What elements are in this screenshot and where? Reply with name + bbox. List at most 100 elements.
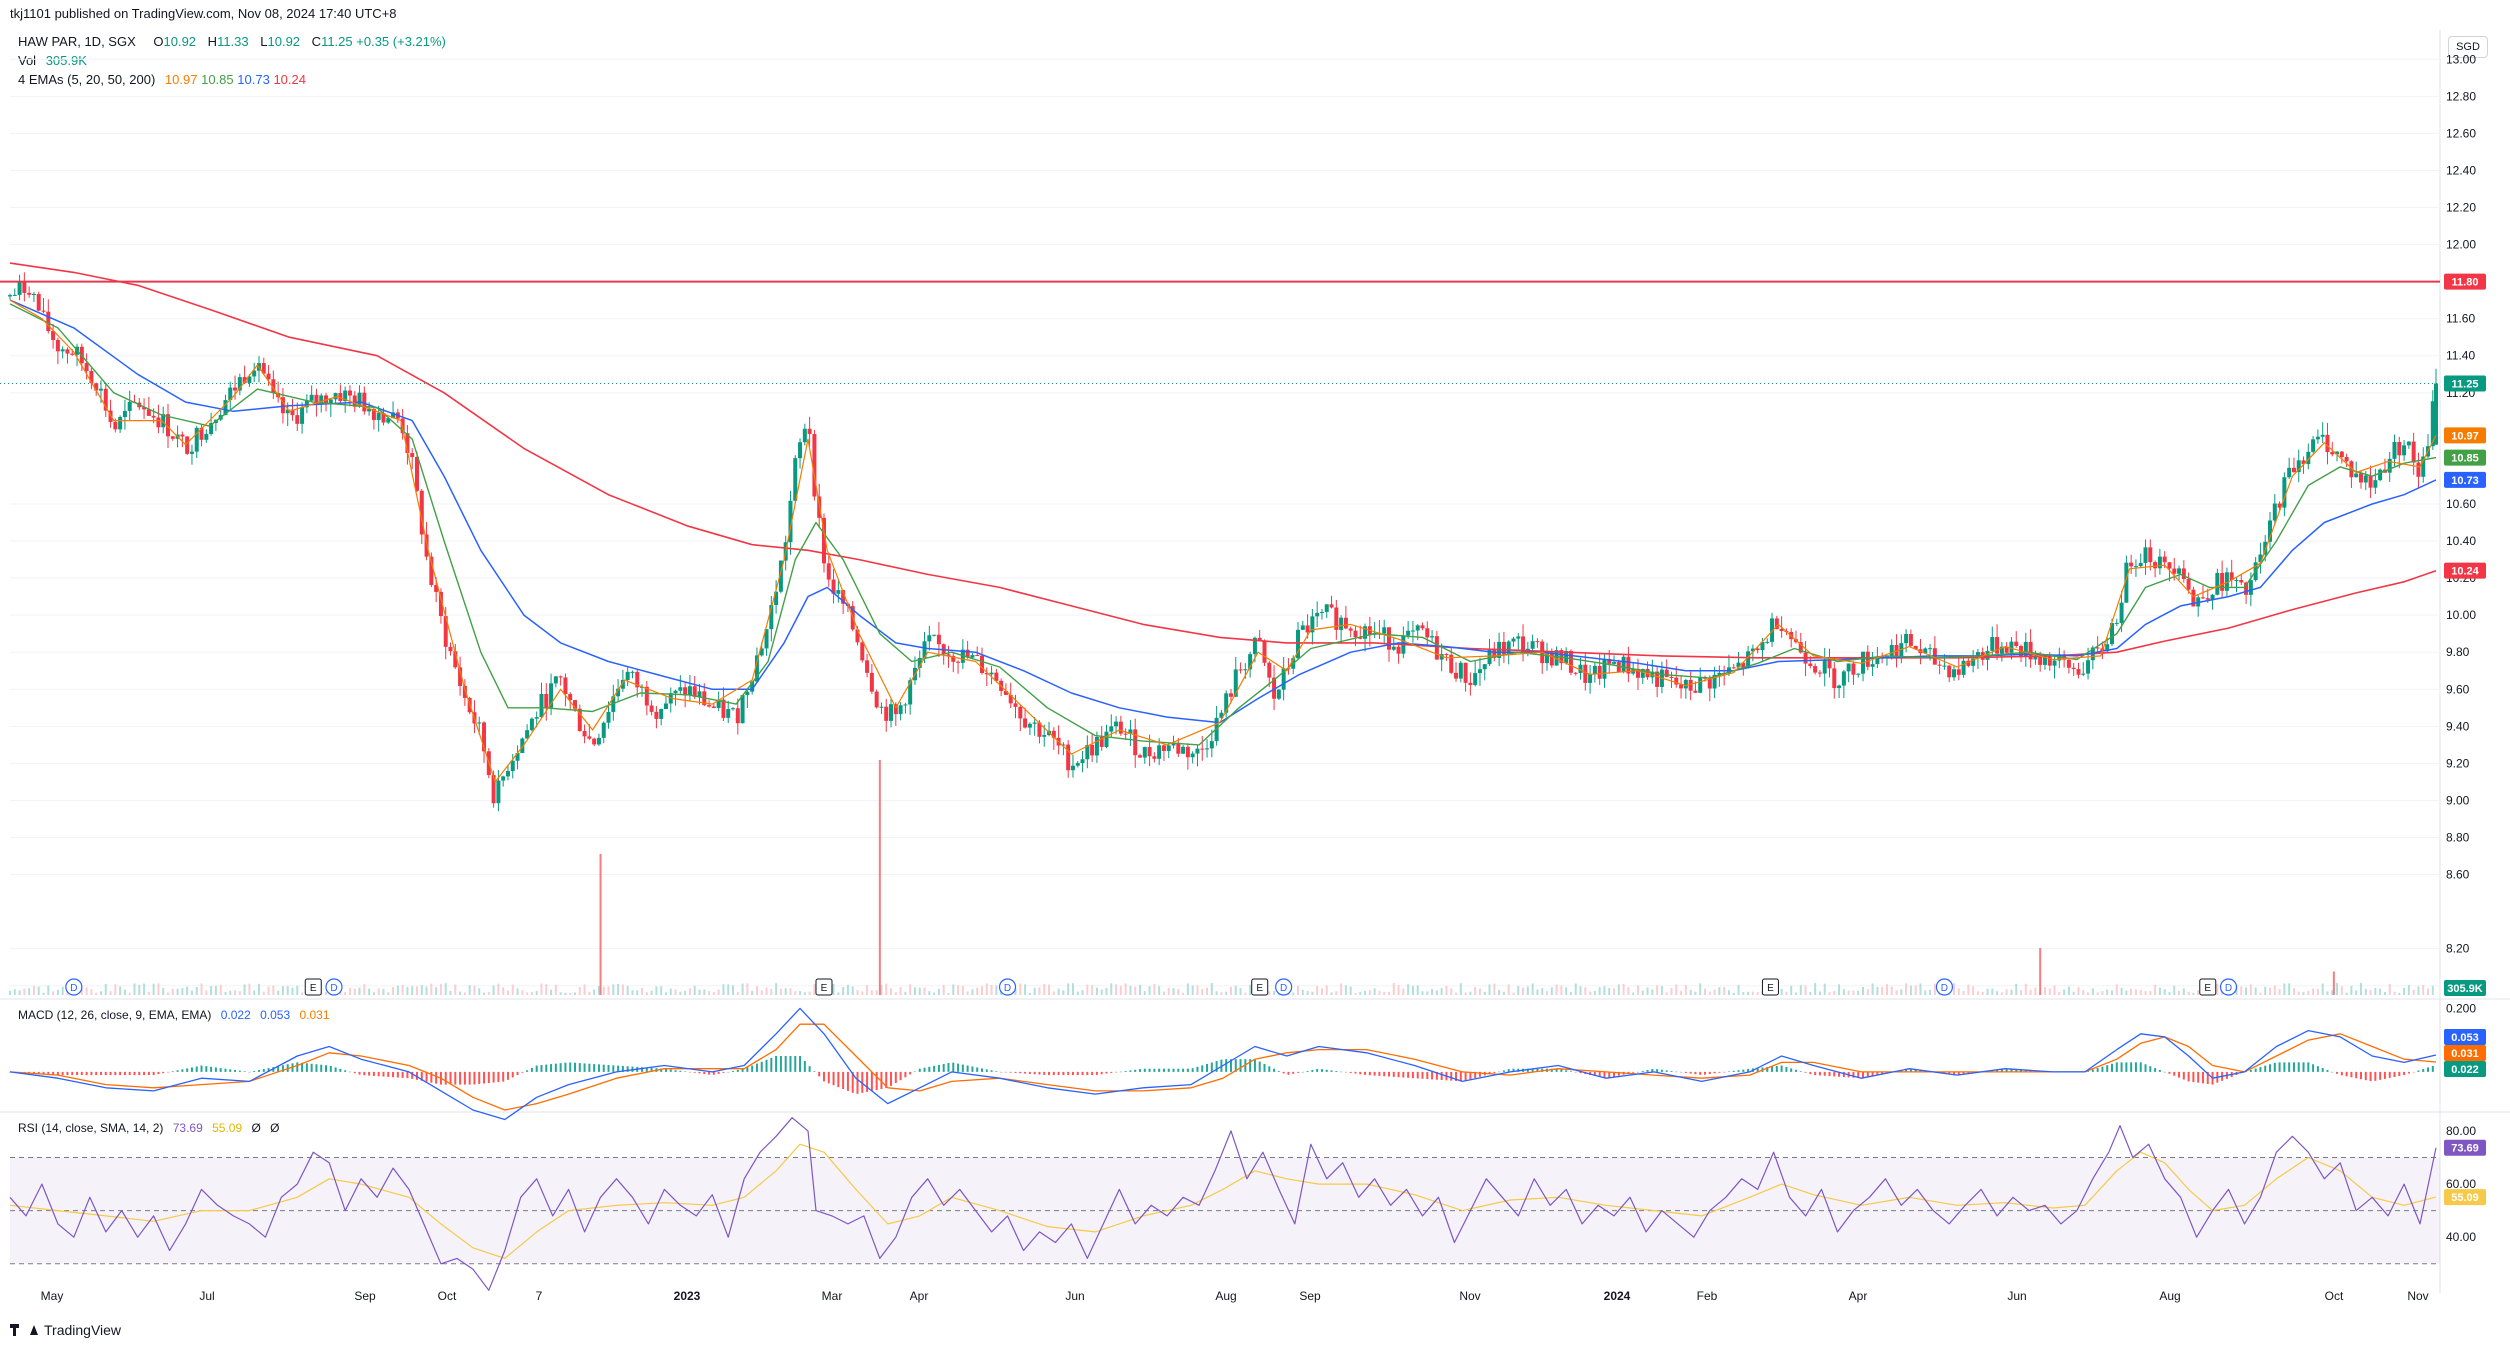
candle [1066, 740, 1071, 778]
macd-histogram-bar [679, 1070, 682, 1072]
ema200-line [9, 262, 2437, 659]
macd-histogram-bar [1330, 1070, 1333, 1072]
macd-histogram-bar [1297, 1071, 1300, 1073]
candle [529, 717, 534, 732]
candle [2138, 553, 2143, 568]
time-tick-label: 2023 [674, 1289, 701, 1303]
macd-pane [9, 1007, 2437, 1121]
volume-bar [1167, 987, 1170, 995]
macd-histogram-bar [176, 1070, 179, 1072]
volume-bar [1086, 984, 1089, 995]
volume-bar [727, 984, 730, 995]
macd-histogram-bar [1660, 1069, 1663, 1072]
candle [118, 415, 123, 433]
volume-bar [1143, 991, 1146, 995]
volume-tag: 305.9K [2444, 980, 2486, 996]
time-tick-label: Jun [2007, 1289, 2026, 1303]
volume-bar [2259, 992, 2262, 995]
candle [2229, 559, 2234, 587]
price-tick-label: 10.00 [2446, 608, 2476, 622]
candle [1832, 662, 1837, 699]
volume-bar [928, 991, 931, 995]
candle [2076, 662, 2081, 679]
volume-bar [1340, 983, 1343, 995]
volume-bar [2005, 989, 2008, 995]
earnings-marker[interactable]: E [304, 978, 322, 996]
volume-bar [1632, 992, 1635, 995]
volume-bar [1881, 986, 1884, 995]
dividend-marker[interactable]: D [1935, 978, 1954, 996]
volume-bar [2091, 988, 2094, 995]
macd-histogram-bar [1349, 1071, 1352, 1073]
macd-histogram-bar [933, 1065, 936, 1072]
candle [553, 676, 558, 688]
macd-histogram-bar [1823, 1071, 1826, 1076]
candle [1544, 642, 1549, 671]
volume-bar [1115, 984, 1118, 995]
macd-histogram-bar [1632, 1071, 1635, 1073]
volume-bar [1823, 983, 1826, 995]
volume-bar [459, 991, 462, 995]
volume-bar [1402, 988, 1405, 995]
svg-text:D: D [1941, 983, 1948, 994]
earnings-marker[interactable]: E [1761, 978, 1779, 996]
volume-bar [1057, 988, 1060, 995]
volume-bar [2254, 987, 2257, 995]
volume-bar [741, 983, 744, 995]
candle [1324, 604, 1329, 618]
volume-bar [1574, 983, 1577, 995]
price-tick-label: 12.80 [2446, 89, 2476, 103]
time-axis[interactable]: May Jul Sep Oct 7 2023 Mar Apr Jun Aug Sep Nov 2024 F… [41, 1289, 2429, 1303]
volume-bar [1565, 987, 1568, 995]
macd-histogram-bar [2422, 1068, 2425, 1072]
volume-bar [2278, 989, 2281, 995]
volume-bar [1914, 985, 1917, 995]
candle [1669, 671, 1674, 689]
macd-histogram-bar [1210, 1062, 1213, 1072]
macd-histogram-bar [1656, 1069, 1659, 1072]
volume-bar [90, 989, 93, 995]
candle [1841, 669, 1846, 699]
macd-histogram-bar [320, 1064, 323, 1072]
macd-histogram-bar [784, 1056, 787, 1072]
chart-canvas[interactable]: D E D E D E D E D E D 13.00 12.80 12.60 12.40 12.20 12.… [0, 0, 2510, 1350]
time-tick-label: Sep [1299, 1289, 1321, 1303]
dividend-marker[interactable]: D [325, 978, 343, 996]
dividend-marker[interactable]: D [998, 978, 1017, 996]
price-tag: 10.97 [2444, 427, 2486, 444]
macd-histogram-bar [1100, 1071, 1103, 1075]
volume-bar [109, 991, 112, 995]
volume-bar [703, 989, 706, 995]
candle [17, 274, 22, 301]
macd-histogram-bar [1636, 1071, 1639, 1073]
earnings-marker[interactable]: E [815, 978, 833, 996]
earnings-marker[interactable]: E [1251, 978, 1269, 996]
volume-bar [1809, 991, 1812, 995]
macd-histogram-bar [1665, 1070, 1668, 1072]
volume-bar [1847, 990, 1850, 995]
volume-bar [2158, 987, 2161, 995]
candle [577, 704, 582, 732]
macd-histogram-bar [502, 1071, 505, 1082]
volume-bar [2417, 986, 2420, 995]
dividend-marker[interactable]: D [2219, 978, 2238, 996]
macd-histogram-bar [1076, 1071, 1079, 1076]
time-tick-label: Jun [1065, 1289, 1084, 1303]
volume-bar [1091, 985, 1094, 995]
macd-histogram-bar [152, 1071, 155, 1076]
volume-bar [1354, 992, 1357, 995]
svg-text:10.73: 10.73 [2451, 475, 2479, 487]
volume-bar [1483, 991, 1486, 995]
svg-text:E: E [1767, 983, 1774, 994]
dividend-marker[interactable]: D [65, 978, 83, 996]
time-tick-label: Sep [354, 1289, 376, 1303]
earnings-marker[interactable]: E [2199, 978, 2217, 996]
volume-bar [966, 991, 969, 995]
macd-histogram-bar [1675, 1071, 1678, 1073]
volume-bar [856, 990, 859, 995]
volume-bar [1335, 991, 1338, 995]
dividend-marker[interactable]: D [1275, 978, 1293, 996]
volume-bar [2115, 984, 2118, 995]
volume-bar [866, 984, 869, 995]
candle [1468, 672, 1473, 696]
